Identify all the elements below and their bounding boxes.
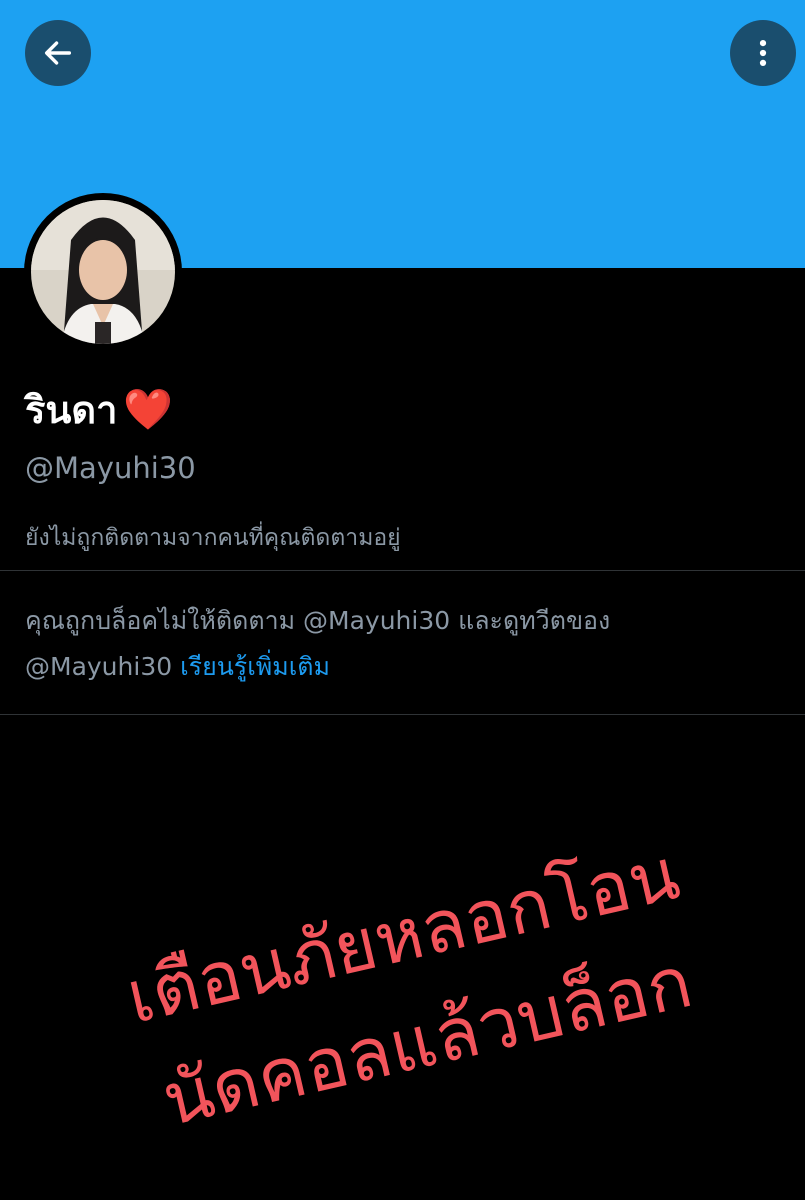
learn-more-link[interactable]: เรียนรู้เพิ่มเติม: [180, 652, 330, 681]
profile-handle: @Mayuhi30: [25, 451, 196, 485]
vertical-ellipsis-icon: [759, 39, 767, 67]
display-name-text: รินดา: [25, 388, 118, 432]
arrow-left-icon: [44, 41, 72, 65]
display-name: รินดา ❤️: [25, 380, 173, 440]
more-options-button[interactable]: [730, 20, 796, 86]
follow-status-text: ยังไม่ถูกติดตามจากคนที่คุณติดตามอยู่: [25, 525, 401, 551]
blocked-notice-handle: @Mayuhi30: [25, 652, 173, 681]
profile-avatar[interactable]: [24, 193, 182, 351]
scam-warning-overlay: เตือนภัยหลอกโอน นัดคอลแล้วบล็อก: [79, 811, 751, 1165]
blocked-notice-line2: @Mayuhi30 เรียนรู้เพิ่มเติม: [25, 644, 785, 690]
heart-emoji-icon: ❤️: [123, 387, 174, 433]
blocked-notice: คุณถูกบล็อคไม่ให้ติดตาม @Mayuhi30 และดูท…: [25, 598, 785, 690]
blocked-notice-line1: คุณถูกบล็อคไม่ให้ติดตาม @Mayuhi30 และดูท…: [25, 606, 611, 635]
divider: [0, 570, 805, 571]
divider: [0, 714, 805, 715]
avatar-photo: [31, 200, 175, 344]
back-button[interactable]: [25, 20, 91, 86]
